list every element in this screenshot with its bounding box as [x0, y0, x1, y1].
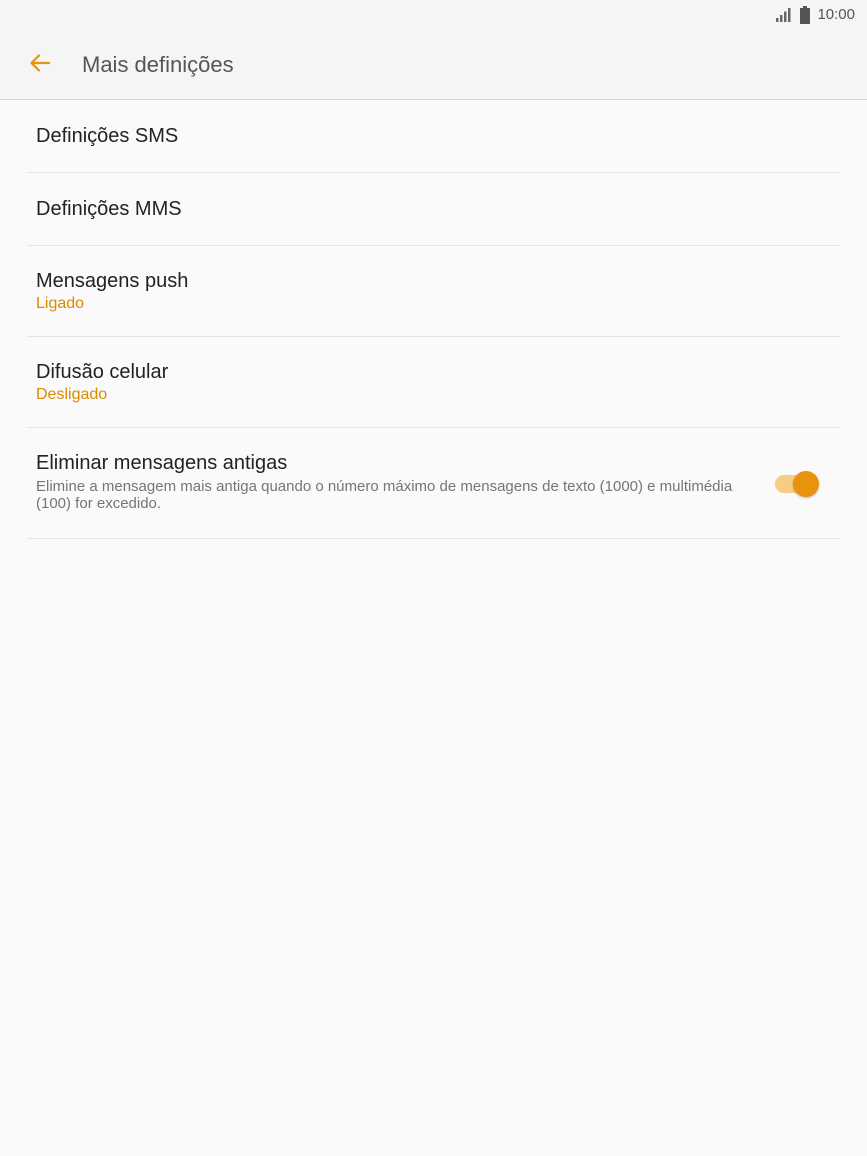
- status-icons: 10:00: [775, 5, 855, 25]
- arrow-back-icon: [29, 53, 51, 78]
- back-button[interactable]: [22, 47, 58, 83]
- setting-status: Desligado: [36, 386, 108, 403]
- setting-mms[interactable]: Definições MMS: [27, 173, 840, 246]
- status-bar: 10:00: [0, 0, 867, 30]
- setting-sms[interactable]: Definições SMS: [27, 100, 840, 173]
- setting-description: Elimine a mensagem mais antiga quando o …: [36, 478, 733, 512]
- setting-title: Definições SMS: [36, 125, 179, 147]
- app-bar: Mais definições: [0, 30, 867, 100]
- setting-title: Definições MMS: [36, 198, 182, 220]
- page-title: Mais definições: [82, 52, 234, 77]
- settings-list: Definições SMS Definições MMS Mensagens …: [27, 100, 840, 539]
- setting-push-messages[interactable]: Mensagens push Ligado: [27, 246, 840, 337]
- signal-icon: [775, 7, 793, 23]
- setting-title: Mensagens push: [36, 270, 189, 292]
- toggle-thumb: [793, 471, 819, 497]
- setting-title: Eliminar mensagens antigas: [36, 452, 288, 474]
- setting-cell-broadcast[interactable]: Difusão celular Desligado: [27, 337, 840, 428]
- setting-status: Ligado: [36, 295, 85, 312]
- setting-title: Difusão celular: [36, 361, 169, 383]
- setting-delete-old-messages[interactable]: Eliminar mensagens antigas Elimine a men…: [27, 428, 840, 539]
- status-time: 10:00: [817, 6, 855, 23]
- delete-old-messages-toggle[interactable]: [775, 471, 819, 497]
- battery-icon: [799, 6, 811, 24]
